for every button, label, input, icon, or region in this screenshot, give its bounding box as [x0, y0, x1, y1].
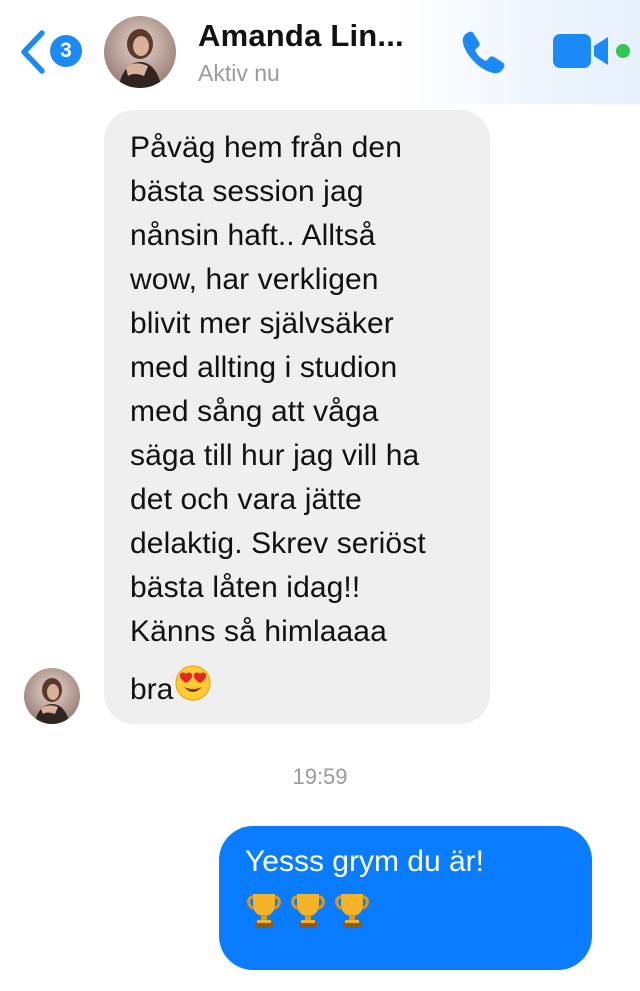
outgoing-message-bubble[interactable]: Yesss grym du är! — [219, 826, 592, 970]
phone-icon — [462, 31, 505, 74]
contact-status: Aktiv nu — [198, 60, 280, 86]
incoming-message-bubble[interactable]: Påväg hem från den bästa session jag nån… — [104, 110, 490, 724]
trophy-emoji-row — [245, 890, 572, 932]
chat-screen: 3 Amanda Lin... Aktiv nu Påväg hem från … — [0, 0, 640, 991]
call-button[interactable] — [456, 24, 512, 80]
incoming-message-last-word: bra — [130, 672, 174, 706]
incoming-message-last-line: bra — [130, 664, 470, 715]
unread-badge[interactable]: 3 — [50, 35, 82, 67]
outgoing-message-text: Yesss grym du är! — [245, 845, 484, 878]
message-timestamp: 19:59 — [292, 764, 348, 789]
chat-header: 3 Amanda Lin... Aktiv nu — [0, 0, 640, 104]
trophy-emoji — [247, 894, 281, 928]
contact-avatar-small[interactable] — [24, 668, 80, 724]
video-camera-icon — [553, 34, 608, 68]
trophy-emoji — [335, 894, 369, 928]
trophy-emoji — [291, 894, 325, 928]
online-dot — [616, 44, 630, 58]
contact-avatar[interactable] — [104, 16, 176, 88]
heart-eyes-emoji — [174, 664, 212, 715]
video-call-button[interactable] — [550, 28, 614, 76]
contact-name[interactable]: Amanda Lin... — [198, 18, 404, 54]
chevron-left-icon — [21, 30, 45, 74]
incoming-message-text: Påväg hem från den bästa session jag nån… — [130, 131, 426, 648]
